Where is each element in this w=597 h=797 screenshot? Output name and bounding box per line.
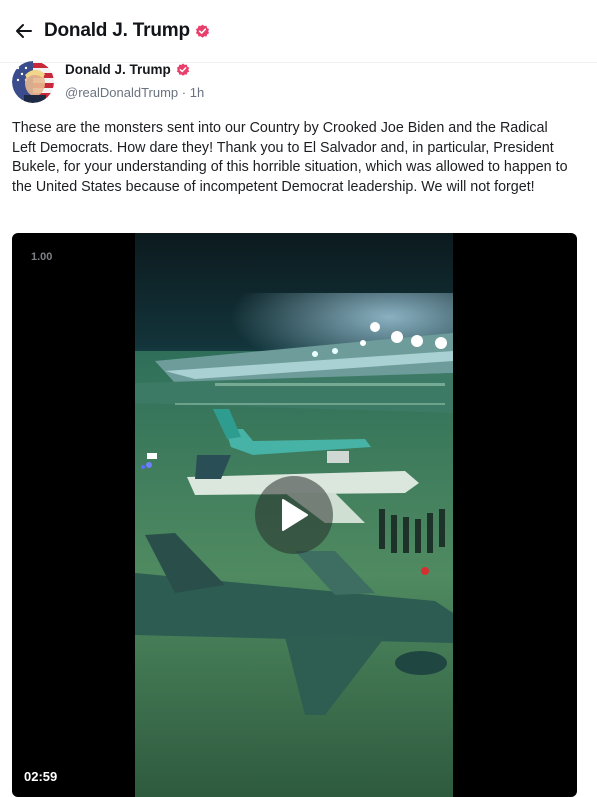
author-name-text[interactable]: Donald J. Trump — [65, 62, 171, 77]
verified-badge-icon — [195, 24, 210, 39]
author-handle[interactable]: @realDonaldTrump — [65, 85, 178, 100]
video-duration: 02:59 — [24, 769, 58, 784]
meta-separator: · — [181, 85, 187, 100]
post-time[interactable]: 1h — [190, 85, 204, 100]
header-title: Donald J. Trump — [44, 20, 190, 41]
avatar[interactable] — [12, 61, 54, 103]
post-text: These are the monsters sent into our Cou… — [12, 120, 568, 195]
author-meta: @realDonaldTrump · 1h — [65, 85, 204, 100]
arrow-left-icon[interactable] — [13, 20, 35, 42]
top-header: Donald J. Trump — [0, 0, 597, 62]
playback-speed[interactable]: 1.00 — [31, 251, 52, 263]
verified-badge-icon — [176, 63, 190, 77]
video-player[interactable]: 1.00 02:59 — [12, 233, 577, 797]
play-icon[interactable] — [255, 476, 333, 554]
author-name[interactable]: Donald J. Trump — [65, 62, 190, 77]
post-page: ▬▬▬ ▬▬▬▬ ▬▬▬▬▬▬▬▬ Donald J. Trump — [0, 0, 597, 797]
